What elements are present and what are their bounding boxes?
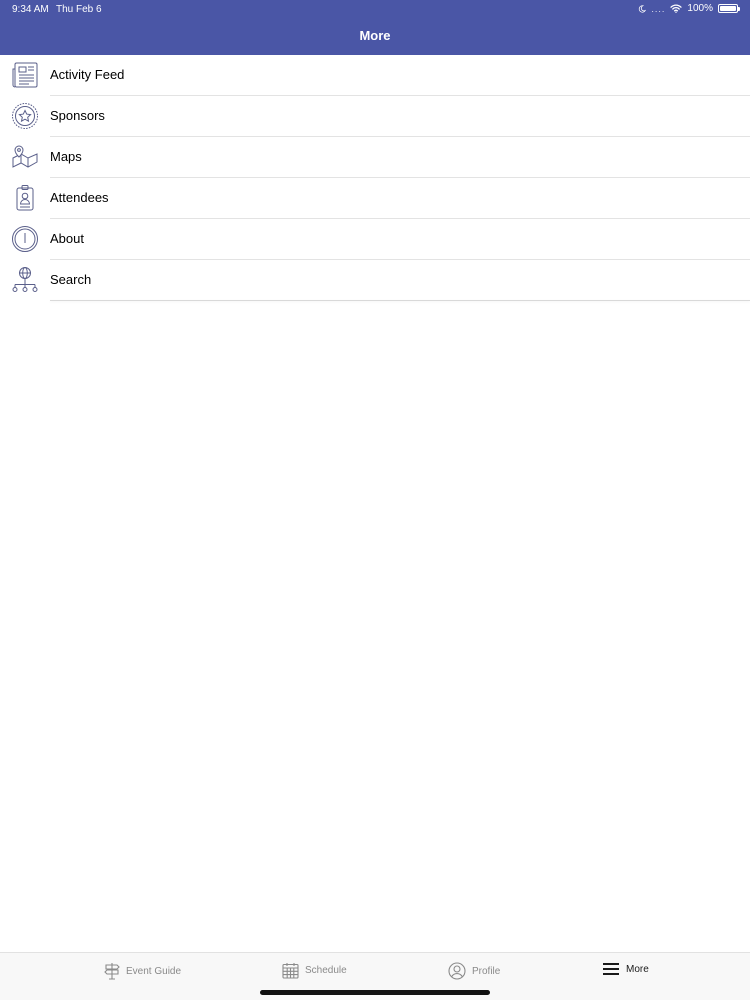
tab-label: More bbox=[626, 963, 649, 975]
page-title: More bbox=[359, 28, 391, 43]
star-badge-icon bbox=[10, 101, 40, 131]
tab-label: Schedule bbox=[305, 965, 347, 976]
wifi-icon bbox=[670, 4, 683, 13]
tab-label: Event Guide bbox=[126, 965, 182, 977]
header-bar: 9:34 AM Thu Feb 6 .... 100% More bbox=[0, 0, 750, 55]
calendar-icon bbox=[282, 963, 299, 979]
menu-item-label: About bbox=[50, 231, 84, 246]
menu-item-label: Search bbox=[50, 272, 92, 287]
menu-item-activity-feed[interactable]: Activity Feed bbox=[0, 55, 750, 96]
status-date: Thu Feb 6 bbox=[56, 4, 102, 15]
info-icon bbox=[10, 224, 40, 254]
more-menu-list: Activity Feed Sponsors Maps Attendees Ab… bbox=[0, 55, 750, 301]
menu-item-about[interactable]: About bbox=[0, 219, 750, 260]
menu-item-label: Attendees bbox=[50, 190, 109, 205]
menu-item-label: Maps bbox=[50, 149, 82, 164]
menu-item-sponsors[interactable]: Sponsors bbox=[0, 96, 750, 137]
network-globe-icon bbox=[10, 265, 40, 295]
menu-item-attendees[interactable]: Attendees bbox=[0, 178, 750, 219]
divider bbox=[50, 300, 750, 301]
status-time: 9:34 AM bbox=[12, 4, 49, 15]
menu-item-label: Sponsors bbox=[50, 108, 105, 123]
id-badge-icon bbox=[10, 183, 40, 213]
map-icon bbox=[10, 142, 40, 172]
hamburger-icon bbox=[603, 963, 619, 975]
status-right: .... 100% bbox=[638, 3, 740, 14]
status-bar: 9:34 AM Thu Feb 6 .... 100% bbox=[0, 0, 750, 18]
tab-label: Profile bbox=[472, 965, 501, 977]
tab-event-guide[interactable]: Event Guide bbox=[104, 962, 181, 980]
menu-item-maps[interactable]: Maps bbox=[0, 137, 750, 178]
menu-item-search[interactable]: Search bbox=[0, 260, 750, 301]
tab-profile[interactable]: Profile bbox=[448, 962, 500, 980]
signpost-icon bbox=[104, 963, 120, 980]
newspaper-icon bbox=[10, 60, 40, 90]
battery-icon bbox=[718, 4, 740, 13]
battery-percent: 100% bbox=[687, 3, 713, 14]
menu-item-label: Activity Feed bbox=[50, 67, 125, 82]
tab-schedule[interactable]: Schedule bbox=[282, 962, 347, 979]
tab-more[interactable]: More bbox=[602, 962, 649, 976]
signal-dots-icon: .... bbox=[651, 3, 666, 14]
home-indicator[interactable] bbox=[260, 990, 490, 995]
person-circle-icon bbox=[448, 962, 466, 980]
moon-icon bbox=[639, 4, 647, 13]
